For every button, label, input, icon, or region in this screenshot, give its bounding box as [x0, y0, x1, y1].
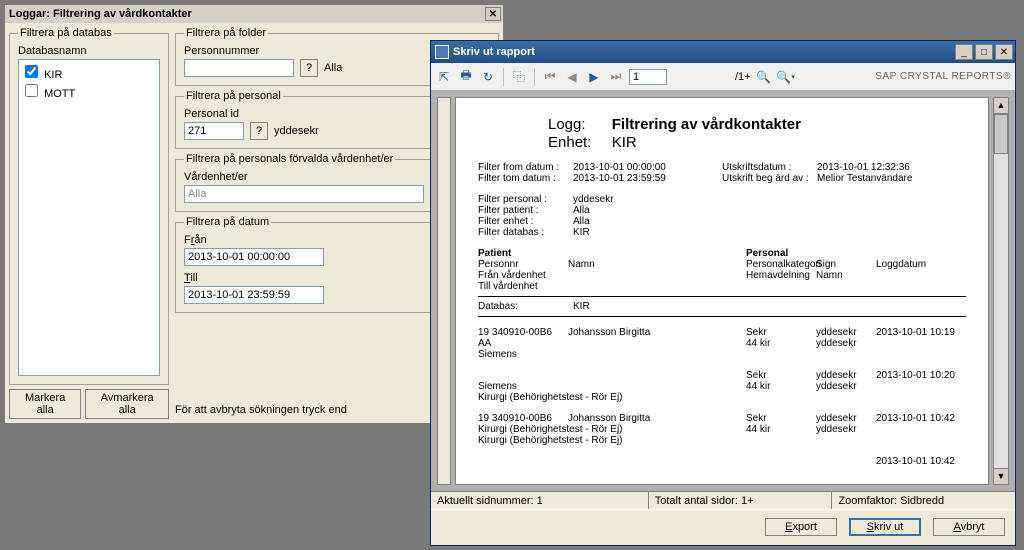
maximize-icon[interactable]: □	[975, 44, 993, 60]
zoom-icon[interactable]: 🔍▾	[777, 68, 795, 86]
fs-enhet-legend: Filtrera på personals förvalda vårdenhet…	[184, 153, 395, 165]
report-toolbar: ⇱ 🖶 ↻ ⿻ ⏮ ◀ ▶ ⏭ /1+ 🔍 🔍▾ SAP CRYSTAL REP…	[431, 63, 1015, 91]
report-window: Skriv ut rapport _ □ ✕ ⇱ 🖶 ↻ ⿻ ⏮ ◀ ▶ ⏭ /…	[430, 40, 1016, 546]
vertical-scrollbar[interactable]: ▲ ▼	[993, 97, 1009, 485]
enhet-input[interactable]	[184, 185, 424, 203]
brand-label: SAP CRYSTAL REPORTS®	[875, 71, 1011, 82]
fs-folder-legend: Filtrera på folder	[184, 27, 268, 39]
logg-label: Logg:	[548, 116, 608, 133]
personalid-name: yddesekr	[274, 125, 319, 137]
help-icon[interactable]: ?	[300, 59, 318, 77]
enhet-value: KIR	[612, 134, 637, 151]
loggar-window: Loggar: Filtrering av vårdkontakter ✕ Fi…	[4, 4, 504, 424]
copy-icon[interactable]: ⿻	[510, 68, 528, 86]
doc-tab-strip[interactable]	[437, 97, 451, 485]
database-list[interactable]: KIR MOTT	[18, 59, 160, 376]
fs-database: Filtrera på databas Databasnamn KIR MOTT	[9, 27, 169, 385]
db-mott-check[interactable]	[25, 84, 38, 97]
nav-last-icon[interactable]: ⏭	[607, 68, 625, 86]
status-current-page: Aktuellt sidnummer: 1	[431, 492, 649, 509]
page-total: /1+	[735, 71, 751, 83]
markera-alla-button[interactable]: Markera alla	[9, 389, 81, 419]
fran-input[interactable]	[184, 248, 324, 266]
divider	[478, 316, 966, 317]
personnummer-alla: Alla	[324, 62, 342, 74]
separator	[534, 68, 535, 86]
close-icon[interactable]: ✕	[995, 44, 1013, 60]
divider	[478, 296, 966, 297]
separator	[503, 68, 504, 86]
app-icon	[435, 45, 449, 59]
export-icon[interactable]: ⇱	[435, 68, 453, 86]
enhet-label: Enhet:	[548, 134, 608, 151]
hint-text: För att avbryta sökningen tryck end	[175, 404, 347, 416]
page-current-input[interactable]	[629, 69, 667, 85]
nav-prev-icon[interactable]: ◀	[563, 68, 581, 86]
fs-database-legend: Filtrera på databas	[18, 27, 114, 39]
till-input[interactable]	[184, 286, 324, 304]
scroll-thumb[interactable]	[994, 114, 1008, 154]
personnummer-input[interactable]	[184, 59, 294, 77]
loggar-titlebar: Loggar: Filtrering av vårdkontakter ✕	[5, 5, 503, 23]
loggar-title: Loggar: Filtrering av vårdkontakter	[9, 8, 192, 20]
close-icon[interactable]: ✕	[485, 7, 501, 21]
fs-datum-legend: Filtrera på datum	[184, 216, 271, 228]
status-zoom: Zoomfaktor: Sidbredd	[832, 492, 1015, 509]
export-button[interactable]: Export	[765, 518, 837, 536]
status-total-pages: Totalt antal sidor: 1+	[649, 492, 833, 509]
nav-first-icon[interactable]: ⏮	[541, 68, 559, 86]
nav-next-icon[interactable]: ▶	[585, 68, 603, 86]
db-kir-check[interactable]	[25, 65, 38, 78]
skriv-ut-button[interactable]: Skriv ut	[849, 518, 921, 536]
avbryt-button[interactable]: Avbryt	[933, 518, 1005, 536]
refresh-icon[interactable]: ↻	[479, 68, 497, 86]
lbl-databasnamn: Databasnamn	[18, 45, 160, 57]
help-icon[interactable]: ?	[250, 122, 268, 140]
dialog-buttons: Export Skriv ut Avbryt	[431, 509, 1015, 543]
report-titlebar: Skriv ut rapport _ □ ✕	[431, 41, 1015, 63]
minimize-icon[interactable]: _	[955, 44, 973, 60]
db-mott[interactable]: MOTT	[21, 81, 157, 100]
status-bar: Aktuellt sidnummer: 1 Totalt antal sidor…	[431, 491, 1015, 509]
report-viewer: Logg: Filtrering av vårdkontakter Enhet:…	[431, 91, 1015, 491]
search-icon[interactable]: 🔍	[755, 68, 773, 86]
personalid-input[interactable]	[184, 122, 244, 140]
logg-value: Filtrering av vårdkontakter	[612, 116, 801, 133]
fs-personal-legend: Filtrera på personal	[184, 90, 283, 102]
report-title: Skriv ut rapport	[453, 46, 535, 58]
scroll-up-icon[interactable]: ▲	[994, 98, 1008, 114]
db-kir[interactable]: KIR	[21, 62, 157, 81]
scroll-down-icon[interactable]: ▼	[994, 468, 1008, 484]
print-icon[interactable]: 🖶	[457, 68, 475, 86]
report-page: Logg: Filtrering av vårdkontakter Enhet:…	[455, 97, 989, 485]
avmarkera-alla-button[interactable]: Avmarkera alla	[85, 389, 169, 419]
